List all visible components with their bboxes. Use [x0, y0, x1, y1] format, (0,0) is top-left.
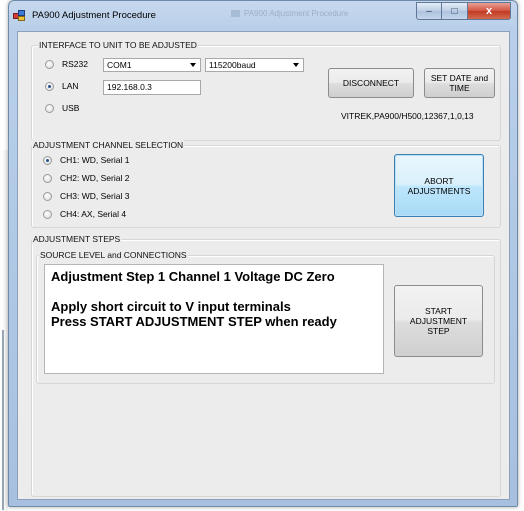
maximize-icon: □ [451, 5, 458, 17]
maximize-button[interactable]: □ [442, 2, 468, 20]
client-area: INTERFACE TO UNIT TO BE ADJUSTED RS232 L… [17, 31, 510, 500]
instruction-line-1: Adjustment Step 1 Channel 1 Voltage DC Z… [51, 269, 335, 284]
instruction-line-2 [51, 284, 377, 299]
interface-group: INTERFACE TO UNIT TO BE ADJUSTED RS232 L… [31, 40, 501, 141]
radio-rs232-indicator[interactable] [45, 59, 54, 69]
radio-channel-3-label: CH3: WD, Serial 3 [60, 191, 130, 201]
close-icon: x [485, 5, 493, 17]
radio-lan-label: LAN [62, 81, 79, 91]
radio-channel-3-indicator[interactable] [43, 191, 52, 201]
minimize-button[interactable]: – [416, 2, 442, 20]
background-app-icon [231, 10, 240, 18]
start-label-line3: STEP [427, 326, 450, 336]
background-window-edge [0, 150, 8, 511]
set-date-time-button[interactable]: SET DATE and TIME [424, 68, 495, 98]
radio-channel-4-label: CH4: AX, Serial 4 [60, 209, 127, 219]
window-controls: – □ x [416, 2, 511, 20]
app-icon [13, 10, 26, 22]
set-date-time-label-line2: TIME [449, 83, 470, 93]
abort-label-line2: ADJUSTMENTS [407, 185, 471, 196]
chevron-down-icon [293, 63, 299, 67]
source-level-legend: SOURCE LEVEL and CONNECTIONS [39, 250, 188, 260]
minimize-icon: – [426, 5, 432, 17]
title-bar[interactable]: PA900 Adjustment Procedure PA900 Adjustm… [9, 1, 517, 31]
app-window: PA900 Adjustment Procedure PA900 Adjustm… [8, 0, 518, 507]
radio-channel-1-label: CH1: WD, Serial 1 [60, 155, 130, 165]
start-adjustment-step-button[interactable]: START ADJUSTMENT STEP [394, 285, 483, 357]
radio-channel-1[interactable]: CH1: WD, Serial 1 [43, 155, 129, 165]
background-window-title: PA900 Adjustment Procedure [231, 9, 391, 21]
instruction-line-3: Apply short circuit to V input terminals [51, 299, 291, 314]
disconnect-button[interactable]: DISCONNECT [328, 68, 414, 98]
radio-usb-label: USB [62, 103, 80, 113]
ip-address-input[interactable]: 192.168.0.3 [103, 80, 201, 95]
com-port-value: COM1 [107, 60, 132, 70]
instruction-box: Adjustment Step 1 Channel 1 Voltage DC Z… [44, 264, 384, 374]
source-level-group: SOURCE LEVEL and CONNECTIONS Adjustment … [36, 250, 495, 384]
adjustment-steps-legend: ADJUSTMENT STEPS [32, 234, 122, 244]
set-date-time-label-line1: SET DATE and [430, 73, 489, 83]
close-button[interactable]: x [468, 2, 511, 20]
window-title: PA900 Adjustment Procedure [32, 10, 156, 21]
background-window-title-text: PA900 Adjustment Procedure [244, 9, 349, 18]
radio-rs232-label: RS232 [62, 59, 88, 69]
radio-channel-3[interactable]: CH3: WD, Serial 3 [43, 191, 129, 201]
chevron-down-icon [190, 63, 196, 67]
radio-rs232[interactable]: RS232 [45, 59, 88, 69]
radio-channel-2-indicator[interactable] [43, 173, 52, 183]
abort-label-line1: ABORT [424, 175, 454, 186]
radio-channel-4[interactable]: CH4: AX, Serial 4 [43, 209, 126, 219]
start-label-line1: START [424, 306, 453, 316]
radio-usb-indicator[interactable] [45, 103, 54, 113]
radio-lan[interactable]: LAN [45, 81, 79, 91]
device-id-text: VITREK,PA900/H500,12367,1,0,13 [341, 111, 474, 121]
ip-address-value: 192.168.0.3 [107, 82, 152, 92]
com-port-select[interactable]: COM1 [103, 58, 201, 72]
baud-rate-value: 115200baud [209, 60, 256, 70]
disconnect-button-label: DISCONNECT [342, 78, 400, 88]
radio-channel-1-indicator[interactable] [43, 155, 52, 165]
channel-selection-group: ADJUSTMENT CHANNEL SELECTION CH1: WD, Se… [31, 140, 501, 228]
radio-channel-2-label: CH2: WD, Serial 2 [60, 173, 130, 183]
radio-channel-4-indicator[interactable] [43, 209, 52, 219]
instruction-line-4: Press START ADJUSTMENT STEP when ready [51, 314, 337, 329]
radio-lan-indicator[interactable] [45, 81, 54, 91]
abort-adjustments-button[interactable]: ABORT ADJUSTMENTS [394, 154, 484, 217]
channel-group-legend: ADJUSTMENT CHANNEL SELECTION [32, 140, 185, 150]
adjustment-steps-group: ADJUSTMENT STEPS SOURCE LEVEL and CONNEC… [31, 234, 501, 497]
baud-rate-select[interactable]: 115200baud [205, 58, 304, 72]
radio-usb[interactable]: USB [45, 103, 79, 113]
radio-channel-2[interactable]: CH2: WD, Serial 2 [43, 173, 129, 183]
interface-group-legend: INTERFACE TO UNIT TO BE ADJUSTED [38, 40, 198, 50]
start-label-line2: ADJUSTMENT [409, 316, 468, 326]
